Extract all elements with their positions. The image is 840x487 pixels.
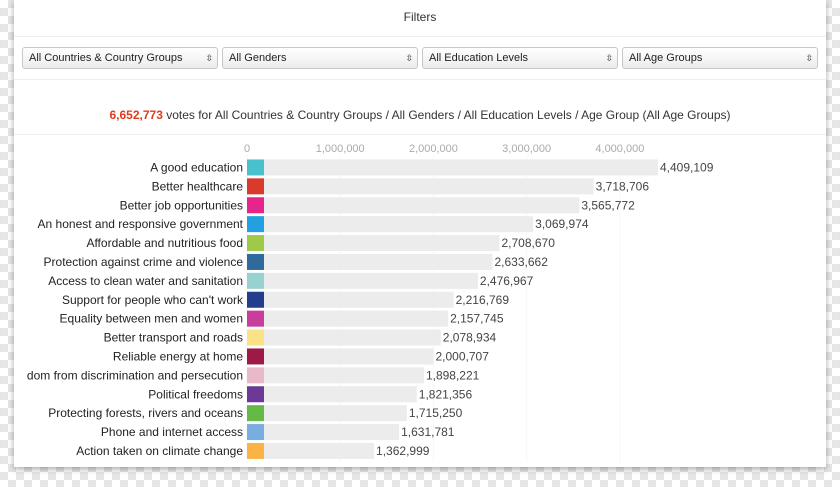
bar [264,235,500,252]
value-label: 1,362,999 [376,444,430,458]
value-label: 1,631,781 [401,425,455,439]
x-tick-label: 2,000,000 [409,143,458,155]
bar [264,159,658,176]
filter-panel: Filters All Countries & Country Groups ⇳… [14,0,826,467]
category-label: Protecting forests, rivers and oceans [48,406,243,420]
category-label: Reliable energy at home [113,349,243,363]
category-color-swatch [247,178,264,195]
x-tick-label: 4,000,000 [595,143,644,155]
category-color-swatch [247,291,264,308]
category-label: An honest and responsive government [38,217,244,231]
category-label: Protection against crime and violence [44,255,244,269]
bar [264,442,375,459]
category-color-swatch [247,310,264,327]
category-color-swatch [247,348,264,365]
category-color-swatch [247,386,264,403]
value-label: 2,708,670 [501,236,555,250]
value-label: 2,078,934 [443,331,497,345]
category-label: A good education [150,160,243,174]
value-label: 2,476,967 [480,274,534,288]
bar [264,291,454,308]
bar [264,216,534,233]
bar [264,348,434,365]
value-label: 2,157,745 [450,312,504,326]
category-label: dom from discrimination and persecution [27,368,243,382]
category-color-swatch [247,253,264,270]
bar [264,310,449,327]
bar [264,197,580,214]
category-label: Support for people who can't work [62,293,244,307]
category-color-swatch [247,405,264,422]
value-label: 1,821,356 [419,387,473,401]
x-tick-label: 1,000,000 [316,143,365,155]
category-color-swatch [247,235,264,252]
category-label: Better healthcare [152,179,244,193]
category-color-swatch [247,329,264,346]
category-label: Affordable and nutritious food [86,236,243,250]
bar [264,386,417,403]
bar [264,272,478,289]
category-label: Action taken on climate change [76,444,243,458]
category-color-swatch [247,197,264,214]
bar [264,367,424,384]
category-color-swatch [247,216,264,233]
category-color-swatch [247,159,264,176]
value-label: 3,069,974 [535,217,589,231]
value-label: 2,216,769 [456,293,510,307]
category-label: Better job opportunities [120,198,243,212]
value-label: 4,409,109 [660,160,714,174]
value-label: 2,000,707 [435,349,489,363]
category-label: Equality between men and women [60,312,243,326]
category-label: Political freedoms [148,387,243,401]
bar [264,424,400,441]
x-tick-label: 0 [244,143,250,155]
votes-bar-chart: 0 1,000,000 2,000,000 3,000,000 4,000,000 A g… [27,143,714,462]
value-label: 3,565,772 [581,198,635,212]
category-color-swatch [247,367,264,384]
bar [264,405,407,422]
value-label: 3,718,706 [596,179,650,193]
bar [264,178,594,195]
bar [264,329,441,346]
value-label: 1,715,250 [409,406,463,420]
category-label: Better transport and roads [104,331,243,345]
category-color-swatch [247,272,264,289]
category-color-swatch [247,442,264,459]
category-color-swatch [247,424,264,441]
x-tick-label: 3,000,000 [502,143,551,155]
category-label: Phone and internet access [101,425,243,439]
value-label: 2,633,662 [494,255,548,269]
bar [264,253,493,270]
category-label: Access to clean water and sanitation [48,274,243,288]
value-label: 1,898,221 [426,368,480,382]
